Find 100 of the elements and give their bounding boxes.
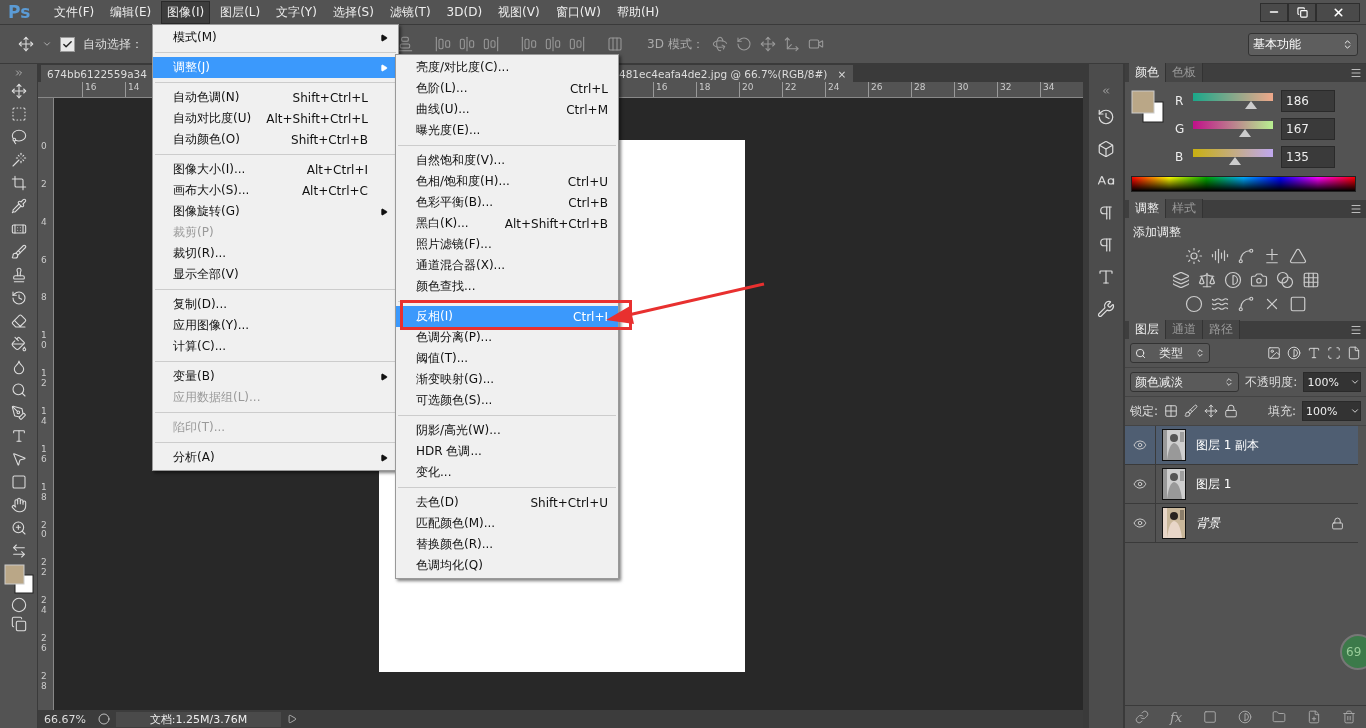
- channel-value[interactable]: 167: [1281, 118, 1335, 140]
- layer-row[interactable]: 背景: [1125, 504, 1358, 543]
- contrast-icon[interactable]: [1223, 271, 1242, 289]
- swap-icon[interactable]: [10, 543, 27, 559]
- align-icon[interactable]: [397, 36, 413, 52]
- camera-icon[interactable]: [1249, 271, 1268, 289]
- lasso-icon[interactable]: [10, 129, 27, 145]
- menu-item[interactable]: 曝光度(E)...: [396, 120, 618, 141]
- menu-title[interactable]: 视图(V): [492, 0, 546, 24]
- grid-icon[interactable]: [1301, 271, 1320, 289]
- eye-icon[interactable]: [1133, 516, 1147, 530]
- menu-item[interactable]: 画布大小(S)... Alt+Ctrl+C: [153, 180, 398, 201]
- caret-icon[interactable]: [42, 39, 52, 49]
- rotate-icon[interactable]: [711, 36, 728, 52]
- menu-item[interactable]: 亮度/对比度(C)...: [396, 57, 618, 78]
- menu-item[interactable]: 色调均化(Q): [396, 555, 618, 576]
- eye-icon[interactable]: [1133, 477, 1147, 491]
- menu-item[interactable]: 显示全部(V): [153, 264, 398, 285]
- menu-item[interactable]: 色相/饱和度(H)... Ctrl+U: [396, 171, 618, 192]
- channel-value[interactable]: 135: [1281, 146, 1335, 168]
- adjustment-icon[interactable]: [1237, 710, 1252, 724]
- menu-item[interactable]: 计算(C)...: [153, 336, 398, 357]
- pen-icon[interactable]: [10, 405, 27, 421]
- panel-tab[interactable]: 调整: [1129, 199, 1166, 218]
- slider-thumb[interactable]: [1229, 156, 1242, 165]
- mask-icon[interactable]: [1202, 710, 1217, 724]
- menu-title[interactable]: 滤镜(T): [383, 0, 437, 24]
- layer-row[interactable]: 图层 1: [1125, 465, 1358, 504]
- menu-item[interactable]: 阈值(T)...: [396, 348, 618, 369]
- contrast-icon[interactable]: [1287, 346, 1301, 360]
- waves-icon[interactable]: [1210, 295, 1229, 313]
- menu-title[interactable]: 帮助(H): [610, 0, 666, 24]
- marquee-icon[interactable]: [10, 106, 27, 122]
- orbit-icon[interactable]: [735, 36, 752, 52]
- curve-icon[interactable]: [1236, 295, 1255, 313]
- menu-title[interactable]: 文字(Y): [270, 0, 323, 24]
- circle-icon[interactable]: [1184, 295, 1203, 313]
- menu-item[interactable]: 颜色查找...: [396, 276, 618, 297]
- menu-title[interactable]: 文件(F): [48, 0, 101, 24]
- menu-title[interactable]: 窗口(W): [549, 0, 607, 24]
- menu-item[interactable]: 通道混合器(X)...: [396, 255, 618, 276]
- eye-icon[interactable]: [1133, 438, 1147, 452]
- menu-item[interactable]: 渐变映射(G)...: [396, 369, 618, 390]
- rectangle-icon[interactable]: [10, 474, 27, 490]
- menu-item[interactable]: 图像大小(I)... Alt+Ctrl+I: [153, 159, 398, 180]
- scale-icon[interactable]: [1197, 271, 1216, 289]
- menu-item[interactable]: 曲线(U)... Ctrl+M: [396, 99, 618, 120]
- camera-icon[interactable]: [807, 36, 824, 52]
- history-icon[interactable]: [10, 290, 27, 306]
- hand-icon[interactable]: [10, 497, 27, 513]
- circles-icon[interactable]: [1275, 271, 1294, 289]
- file-icon[interactable]: [1347, 346, 1361, 360]
- panel-menu-icon[interactable]: [1350, 67, 1362, 79]
- zoom-icon[interactable]: [10, 520, 27, 536]
- filter-dropdown[interactable]: 类型: [1130, 343, 1210, 363]
- menu-item[interactable]: 变化...: [396, 462, 618, 483]
- panel-menu-icon[interactable]: [1350, 203, 1362, 215]
- pointer-icon[interactable]: [10, 451, 27, 467]
- move-tool-icon[interactable]: [18, 36, 34, 52]
- eyedropper-icon[interactable]: [10, 198, 27, 214]
- lock-icon[interactable]: [1331, 516, 1344, 530]
- bucket-icon[interactable]: [10, 336, 27, 352]
- layers-icon[interactable]: [1171, 271, 1190, 289]
- pilcrow-icon[interactable]: [1097, 236, 1115, 254]
- menu-title[interactable]: 选择(S): [326, 0, 380, 24]
- menu-item[interactable]: 匹配颜色(M)...: [396, 513, 618, 534]
- fill-field[interactable]: 100%: [1302, 401, 1361, 421]
- menu-item[interactable]: 替换颜色(R)...: [396, 534, 618, 555]
- brush-icon[interactable]: [1184, 404, 1199, 418]
- checkbox[interactable]: [60, 36, 75, 52]
- image-icon[interactable]: [1267, 346, 1281, 360]
- square-icon[interactable]: [1288, 295, 1307, 313]
- type-icon[interactable]: [1097, 268, 1115, 286]
- color-swatches[interactable]: [1131, 90, 1165, 124]
- restore-button[interactable]: [1288, 2, 1316, 22]
- wand-icon[interactable]: [10, 152, 27, 168]
- pilcrow-icon[interactable]: [1097, 204, 1115, 222]
- slider-thumb[interactable]: [1239, 128, 1251, 137]
- menu-item[interactable]: 图像旋转(G): [153, 201, 398, 222]
- triangle-icon[interactable]: [1288, 247, 1307, 265]
- menu-item[interactable]: 色彩平衡(B)... Ctrl+B: [396, 192, 618, 213]
- menu-item[interactable]: HDR 色调...: [396, 441, 618, 462]
- menu-item[interactable]: 阴影/高光(W)...: [396, 420, 618, 441]
- workspace-select[interactable]: 基本功能: [1248, 32, 1358, 56]
- new-layer-icon[interactable]: [1306, 710, 1321, 724]
- menu-item[interactable]: 色调分离(P)...: [396, 327, 618, 348]
- type-icon[interactable]: [10, 428, 27, 444]
- move-icon[interactable]: [1204, 404, 1219, 418]
- quick-mask-icon[interactable]: [10, 597, 27, 613]
- curve-icon[interactable]: [1236, 247, 1255, 265]
- status-icon[interactable]: [97, 713, 110, 725]
- menu-item[interactable]: 照片滤镜(F)...: [396, 234, 618, 255]
- move-icon[interactable]: [783, 36, 800, 52]
- color-spectrum[interactable]: [1131, 176, 1356, 192]
- close-button[interactable]: [1316, 2, 1360, 22]
- menu-title[interactable]: 3D(D): [440, 2, 489, 22]
- menu-item[interactable]: 自然饱和度(V)...: [396, 150, 618, 171]
- menu-item[interactable]: 应用图像(Y)...: [153, 315, 398, 336]
- eraser-icon[interactable]: [10, 313, 27, 329]
- expand-arrow-icon[interactable]: [286, 714, 297, 724]
